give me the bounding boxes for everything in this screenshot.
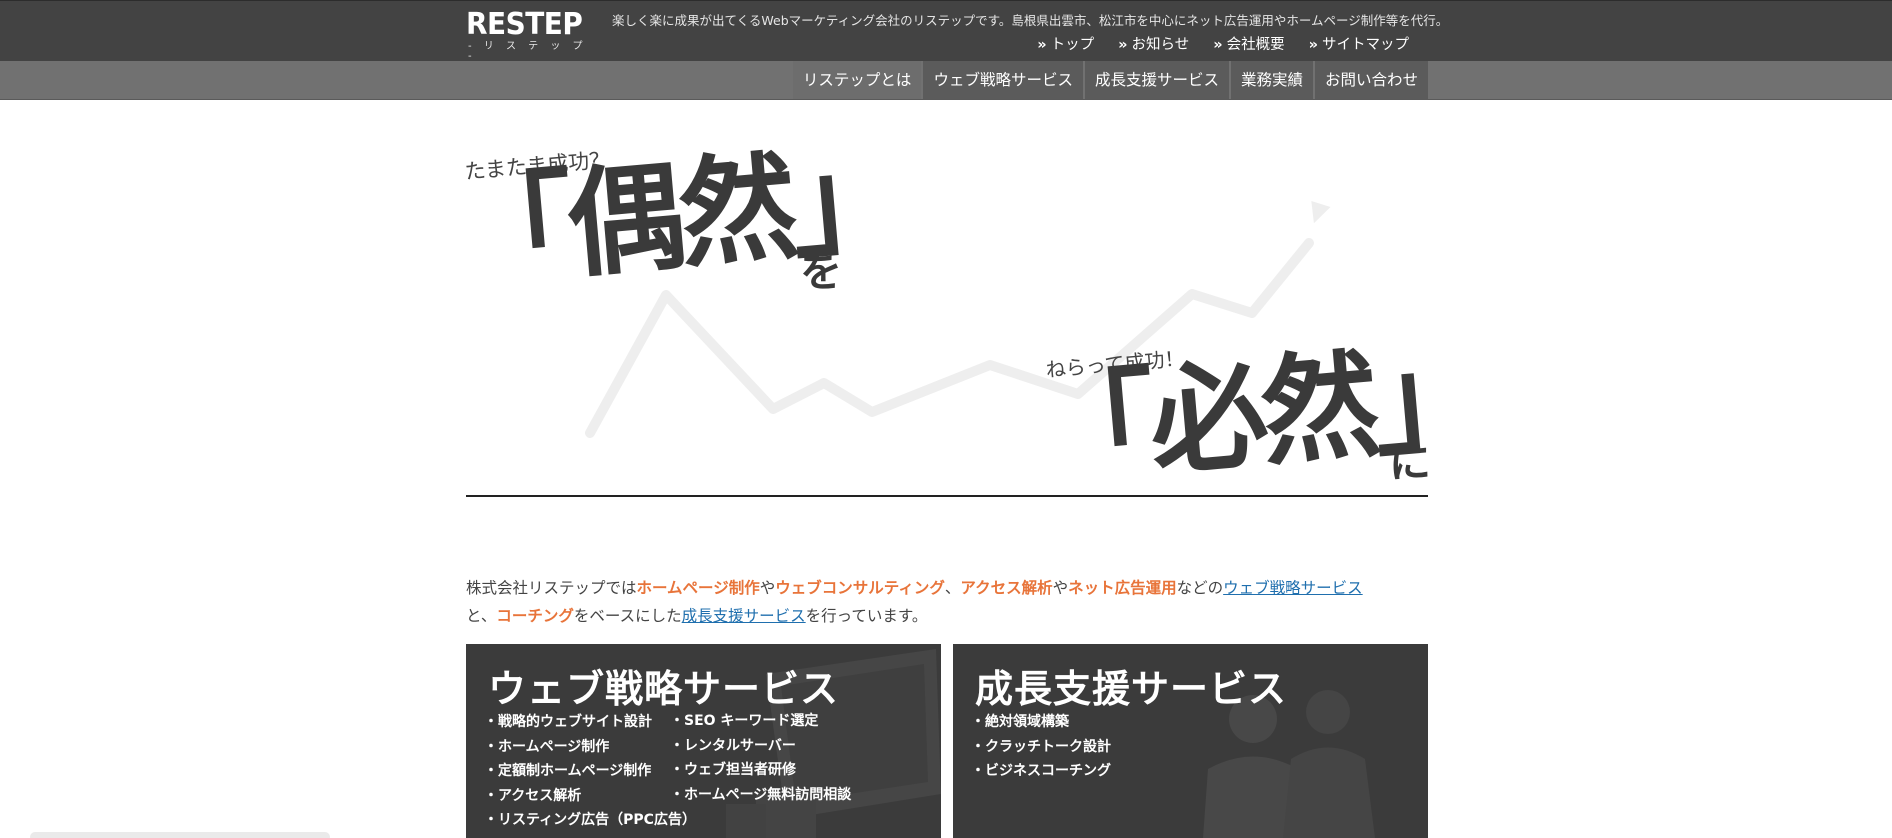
service-item[interactable]: ビジネスコーチング [971,759,1111,784]
service-item[interactable]: 絶対領域構築 [971,710,1111,735]
nav-item-growth-support[interactable]: 成長支援サービス [1084,61,1229,99]
toplink-news[interactable]: » お知らせ [1118,33,1189,54]
highlight-homepage: ホームページ制作 [636,579,760,597]
double-chevron-icon: » [1037,37,1047,53]
double-chevron-icon: » [1213,37,1223,53]
highlight-ad-operation: ネット広告運用 [1068,579,1177,597]
intro-text-part: を行っています。 [805,607,928,625]
toplink-label: トップ [1050,37,1095,53]
toplink-company[interactable]: » 会社概要 [1213,33,1284,54]
nav-item-web-strategy[interactable]: ウェブ戦略サービス [923,61,1083,99]
hero-banner: たまたま成功？ 「偶然」 を ねらって成功！ 「必然」 に [450,100,1490,520]
service-list-web-col2: SEO キーワード選定 レンタルサーバー ウェブ担当者研修 ホームページ無料訪問… [670,709,851,807]
service-item[interactable]: クラッチトーク設計 [971,735,1111,760]
service-item[interactable]: ホームページ制作 [484,735,696,760]
intro-text-part: 株式会社リステップでは [466,579,637,597]
nav-item-works[interactable]: 業務実績 [1230,61,1313,99]
service-title-web-strategy: ウェブ戦略サービス [488,667,840,711]
toplink-top[interactable]: » トップ [1037,33,1094,54]
service-item[interactable]: SEO キーワード選定 [670,709,851,734]
hero-baseline [466,495,1428,497]
nav-item-about[interactable]: リステップとは [792,61,922,99]
highlight-web-consulting: ウェブコンサルティング [775,579,945,597]
service-item[interactable]: 定額制ホームページ制作 [484,759,696,784]
intro-text-part: 、 [944,579,961,597]
main-nav: リステップとは ウェブ戦略サービス 成長支援サービス 業務実績 お問い合わせ [0,61,1892,100]
service-card-web-strategy[interactable]: ウェブ戦略サービス 戦略的ウェブサイト設計 ホームページ制作 定額制ホームページ… [466,644,941,838]
highlight-access-analysis: アクセス解析 [960,579,1053,597]
service-title-growth-support: 成長支援サービス [975,667,1288,711]
toplink-label: サイトマップ [1322,37,1409,53]
hero-particle-1: を [800,247,843,296]
double-chevron-icon: » [1118,37,1128,53]
link-growth-support[interactable]: 成長支援サービス [682,607,806,625]
intro-text-part: などの [1176,579,1224,597]
top-links: » トップ » お知らせ » 会社概要 » サイトマップ [1037,33,1409,54]
service-item[interactable]: レンタルサーバー [670,734,851,759]
site-tagline: 楽しく楽に成果が出てくるWebマーケティング会社のリステップです。島根県出雲市、… [612,13,1449,28]
intro-text: 株式会社リステップではホームページ制作やウェブコンサルティング、アクセス解析やネ… [466,574,1428,630]
intro-text-part: をベースにした [573,607,682,625]
service-item[interactable]: ウェブ担当者研修 [670,758,851,783]
intro-text-part: と、 [466,607,497,625]
logo-subtext: - リ ス テ ッ プ - [468,41,588,62]
intro-text-part: や [759,579,776,597]
double-chevron-icon: » [1308,37,1318,53]
service-item[interactable]: 戦略的ウェブサイト設計 [484,710,696,735]
service-item[interactable]: ホームページ無料訪問相談 [670,783,851,808]
site-logo[interactable]: RESTEP - リ ス テ ッ プ - [466,8,592,62]
toplink-label: 会社概要 [1226,37,1285,53]
toplink-label: お知らせ [1131,37,1190,53]
service-card-growth-support[interactable]: 成長支援サービス 絶対領域構築 クラッチトーク設計 ビジネスコーチング [953,644,1428,838]
toplink-sitemap[interactable]: » サイトマップ [1309,33,1409,54]
nav-item-contact[interactable]: お問い合わせ [1314,61,1428,99]
logo-text: RESTEP [466,7,583,42]
service-list-web-col1: 戦略的ウェブサイト設計 ホームページ制作 定額制ホームページ制作 アクセス解析 … [484,710,696,833]
highlight-coaching: コーチング [496,607,574,625]
service-item[interactable]: リスティング広告（PPC広告） [484,808,696,833]
hero-particle-2: に [1389,438,1432,487]
service-list-growth: 絶対領域構築 クラッチトーク設計 ビジネスコーチング [971,710,1111,784]
service-item[interactable]: アクセス解析 [484,784,696,809]
floating-widget-edge [30,832,330,838]
link-web-strategy[interactable]: ウェブ戦略サービス [1223,579,1363,597]
site-header: RESTEP - リ ス テ ッ プ - 楽しく楽に成果が出てくるWebマーケテ… [0,0,1892,62]
intro-text-part: や [1052,579,1069,597]
